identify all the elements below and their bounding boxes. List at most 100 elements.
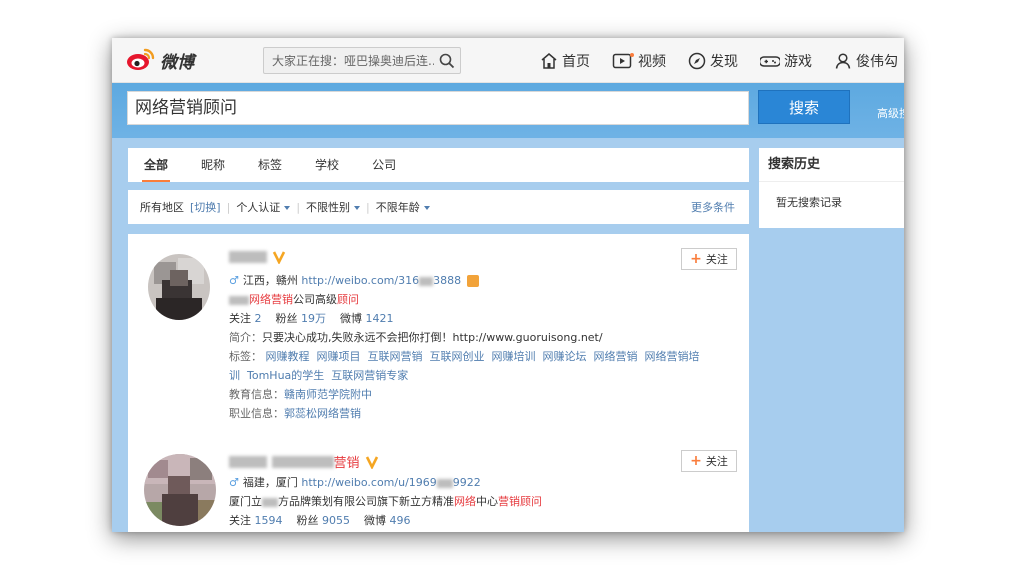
weibo-logo[interactable]: 微博 — [126, 47, 194, 73]
following-count[interactable]: 1594 — [255, 514, 283, 527]
main-search-input[interactable]: 网络营销顾问 — [127, 91, 749, 125]
tab-company[interactable]: 公司 — [372, 148, 396, 182]
fans-count[interactable]: 19万 — [301, 312, 326, 325]
search-history-title: 搜索历史 — [759, 148, 904, 182]
male-icon: ♂ — [229, 476, 239, 489]
tag-link[interactable]: 网赚培训 — [492, 350, 536, 363]
weibo-count[interactable]: 1421 — [366, 312, 394, 325]
divider: | — [366, 200, 370, 214]
user-result-card: 营销 ♂ 福建，厦门 http://weibo.com/u/1969 9922 厦门… — [128, 444, 749, 532]
blurred-name — [229, 455, 267, 468]
gender-label: 不限性别 — [306, 201, 351, 214]
user-location: 江西，赣州 — [242, 274, 298, 287]
avatar[interactable] — [148, 254, 210, 320]
nav-video[interactable]: 视频 — [612, 51, 666, 71]
user-location-line: ♂ 福建，厦门 http://weibo.com/u/1969 9922 — [229, 474, 481, 490]
user-tags-continued: 训 TomHua的学生 互联网营销专家 — [229, 367, 408, 383]
search-history-empty: 暂无搜索记录 — [776, 196, 842, 209]
nav-profile[interactable]: 俊伟勾 — [834, 51, 898, 71]
top-search-placeholder: 大家正在搜：哑巴操奥迪后连... — [272, 54, 434, 68]
search-icon[interactable] — [434, 48, 460, 73]
blurred-name — [271, 455, 334, 468]
nav-discover[interactable]: 发现 — [688, 51, 738, 71]
male-icon: ♂ — [229, 274, 239, 287]
follow-button-label: 关注 — [705, 455, 728, 468]
user-description: 网络营销公司高级顾问 — [229, 291, 359, 307]
nav-profile-label: 俊伟勾 — [856, 53, 898, 70]
region-label: 所有地区 — [140, 201, 184, 214]
nav-home[interactable]: 首页 — [540, 51, 590, 71]
age-label: 不限年龄 — [375, 201, 420, 214]
user-url[interactable]: http://weibo.com/316 3888 — [301, 274, 461, 287]
tag-link[interactable]: TomHua的学生 — [247, 369, 324, 382]
verify-label: 个人认证 — [236, 201, 281, 214]
tab-nickname[interactable]: 昵称 — [201, 148, 225, 182]
user-name[interactable] — [229, 250, 286, 264]
user-name[interactable]: 营销 — [229, 452, 379, 471]
nav-games-label: 游戏 — [784, 53, 812, 70]
more-conditions-link[interactable]: 更多条件 — [691, 199, 735, 215]
search-button[interactable]: 搜索 — [758, 90, 850, 124]
tab-tags[interactable]: 标签 — [258, 148, 282, 182]
tab-all[interactable]: 全部 — [141, 148, 171, 182]
tab-school[interactable]: 学校 — [315, 148, 339, 182]
user-location-line: ♂ 江西，赣州 http://weibo.com/316 3888 — [229, 272, 479, 288]
follow-button[interactable]: + 关注 — [681, 450, 737, 472]
chevron-down-icon — [423, 206, 430, 210]
age-dropdown[interactable]: 不限年龄 — [376, 199, 430, 215]
plus-icon: + — [690, 453, 702, 469]
nav-links: 首页 视频 发现 游戏 俊伟勾 — [518, 38, 898, 83]
user-url[interactable]: http://weibo.com/u/1969 9922 — [301, 476, 480, 489]
verify-dropdown[interactable]: 个人认证 — [236, 199, 291, 215]
follow-button[interactable]: + 关注 — [681, 248, 737, 270]
gender-dropdown[interactable]: 不限性别 — [306, 199, 361, 215]
tag-link[interactable]: 网赚项目 — [317, 350, 361, 363]
chevron-down-icon — [354, 206, 361, 210]
search-history-panel: 搜索历史 暂无搜索记录 — [759, 148, 904, 228]
nav-video-label: 视频 — [638, 53, 666, 70]
user-icon — [835, 52, 851, 69]
blurred-url — [436, 478, 453, 488]
nav-games[interactable]: 游戏 — [760, 51, 812, 71]
blurred-text — [229, 295, 249, 305]
divider: | — [296, 200, 301, 214]
tag-link[interactable]: 互联网创业 — [430, 350, 485, 363]
logo-text: 微博 — [160, 52, 194, 73]
gamepad-icon — [760, 55, 780, 67]
tag-link[interactable]: 网络营销培 — [645, 350, 700, 363]
search-type-tabs: 全部 昵称 标签 学校 公司 — [128, 148, 749, 182]
verified-icon — [365, 455, 379, 469]
following-count[interactable]: 2 — [255, 312, 262, 325]
browser-window: 微博 大家正在搜：哑巴操奥迪后连... 首页 视频 发现 游戏 俊伟勾 网络营销… — [112, 38, 904, 532]
nav-discover-label: 发现 — [710, 53, 738, 70]
blurred-url — [419, 276, 434, 286]
weibo-count[interactable]: 496 — [390, 514, 411, 527]
top-navigation: 微博 大家正在搜：哑巴操奥迪后连... 首页 视频 发现 游戏 俊伟勾 — [112, 38, 904, 83]
avatar[interactable] — [144, 454, 216, 526]
blurred-text — [262, 497, 278, 507]
filter-bar: 所有地区 [切换] | 个人认证 | 不限性别 | 不限年龄 更多条件 — [128, 190, 749, 224]
region-switch-link[interactable]: [切换] — [190, 199, 221, 215]
user-result-card: ♂ 江西，赣州 http://weibo.com/316 3888 网络营销公司高级… — [128, 234, 749, 434]
job-link[interactable]: 郭蕊松网络营销 — [284, 407, 361, 420]
advanced-search-link[interactable]: 高级搜 — [877, 105, 904, 121]
compass-icon — [688, 52, 706, 69]
tag-link[interactable]: 网络营销 — [594, 350, 638, 363]
tag-link[interactable]: 网赚教程 — [266, 350, 310, 363]
tag-link[interactable]: 互联网营销 — [368, 350, 423, 363]
member-badge-icon — [466, 275, 479, 287]
fans-count[interactable]: 9055 — [322, 514, 350, 527]
user-location: 福建，厦门 — [242, 476, 298, 489]
tag-link[interactable]: 训 — [229, 369, 240, 382]
user-intro: 简介：只要决心成功,失败永远不会把你打倒！http://www.guoruiso… — [229, 331, 603, 344]
tag-link[interactable]: 网赚论坛 — [543, 350, 587, 363]
top-search-input[interactable]: 大家正在搜：哑巴操奥迪后连... — [263, 47, 461, 74]
results-list: ♂ 江西，赣州 http://weibo.com/316 3888 网络营销公司高级… — [128, 234, 749, 532]
tag-link[interactable]: 互联网营销专家 — [331, 369, 408, 382]
nav-home-label: 首页 — [562, 53, 590, 70]
follow-button-label: 关注 — [705, 253, 728, 266]
user-tags: 标签： 网赚教程 网赚项目 互联网营销 互联网创业 网赚培训 网赚论坛 网络营销… — [229, 350, 700, 363]
education-link[interactable]: 赣南师范学院附中 — [284, 388, 372, 401]
divider: | — [226, 200, 231, 214]
blurred-name — [229, 251, 267, 263]
